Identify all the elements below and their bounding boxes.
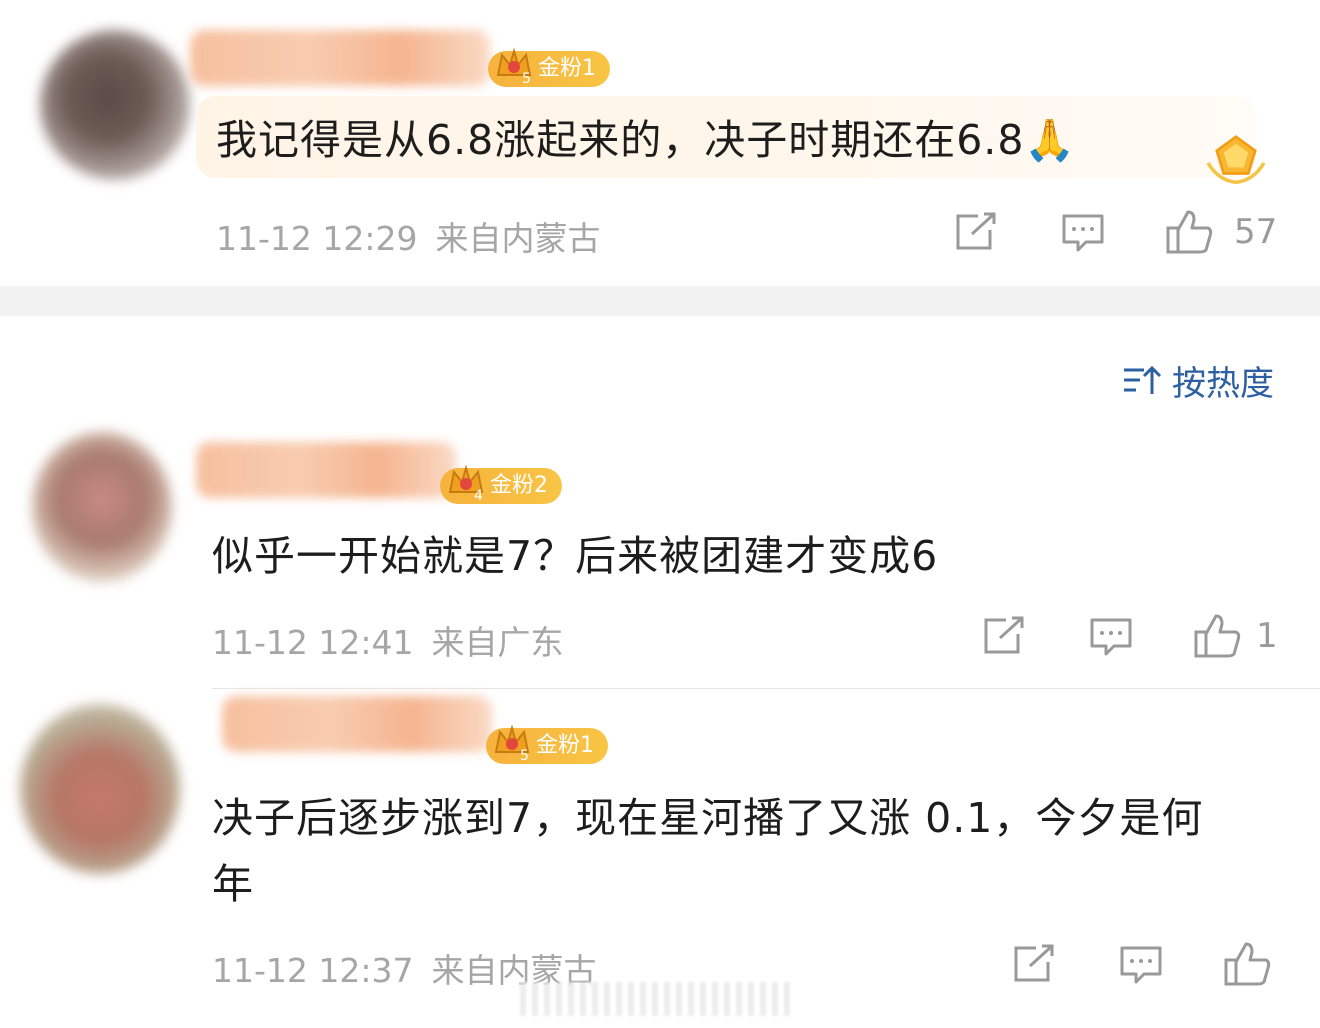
comment-item: 5 金粉1 决子后逐步涨到7，现在星河播了又涨 0.1，今夕是何 年 11-12… [0, 690, 1320, 1028]
crown-icon: 4 [448, 464, 484, 502]
svg-text:5: 5 [522, 71, 531, 85]
crown-icon: 5 [496, 47, 532, 85]
username-blurred[interactable] [196, 442, 456, 498]
reply-icon [1090, 618, 1132, 656]
sort-button[interactable]: 按热度 [1122, 356, 1274, 405]
comment-text: 我记得是从6.8涨起来的，决子时期还在6.8🙏 [216, 116, 1077, 164]
comment-time: 11-12 12:37 [212, 951, 414, 990]
avatar[interactable] [40, 30, 190, 180]
comment-text-line-1: 决子后逐步涨到7，现在星河播了又涨 0.1，今夕是何 [212, 794, 1204, 842]
like-icon [1194, 614, 1241, 658]
share-button[interactable] [1012, 944, 1056, 984]
sort-label: 按热度 [1172, 364, 1274, 404]
like-count: 1 [1256, 616, 1278, 656]
fan-badge[interactable]: 5 金粉1 [488, 47, 610, 87]
reply-icon [1062, 214, 1104, 252]
comment-divider [212, 688, 1320, 689]
svg-text:5: 5 [520, 748, 529, 762]
share-icon [984, 616, 1024, 654]
sort-icon [1124, 365, 1162, 394]
share-button[interactable] [954, 212, 998, 252]
badge-label: 金粉1 [536, 733, 594, 758]
avatar[interactable] [32, 432, 172, 582]
like-count: 57 [1234, 212, 1278, 252]
like-button[interactable] [1164, 208, 1216, 256]
comment-time: 11-12 12:29 [216, 219, 418, 258]
share-icon [1014, 944, 1054, 982]
comment-text: 似乎一开始就是7？后来被团建才变成6 [212, 532, 939, 580]
like-button[interactable] [1222, 940, 1274, 988]
comment-item: 5 金粉1 我记得是从6.8涨起来的，决子时期还在6.8🙏 11-12 12:2… [0, 0, 1320, 286]
comment-meta: 11-12 12:29 来自内蒙古 [216, 212, 618, 260]
fan-badge[interactable]: 5 金粉1 [486, 724, 608, 764]
reply-icon [1120, 946, 1162, 984]
comment-text-line-2: 年 [212, 860, 254, 908]
crown-icon: 5 [494, 724, 530, 762]
reply-button[interactable] [1118, 944, 1164, 986]
comment-time: 11-12 12:41 [212, 623, 414, 662]
comment-item: 4 金粉2 似乎一开始就是7？后来被团建才变成6 11-12 12:41 来自广东… [0, 400, 1320, 690]
badge-label: 金粉2 [490, 473, 548, 498]
reply-button[interactable] [1088, 616, 1134, 658]
like-icon [1224, 942, 1271, 986]
comment-location: 来自内蒙古 [435, 219, 601, 258]
share-icon [956, 212, 996, 250]
svg-text:4: 4 [474, 488, 483, 502]
like-icon [1166, 210, 1213, 254]
share-button[interactable] [982, 616, 1026, 656]
fan-badge[interactable]: 4 金粉2 [440, 464, 562, 504]
watermark [520, 982, 790, 1016]
medal-icon [1206, 135, 1266, 185]
reply-button[interactable] [1060, 212, 1106, 254]
like-button[interactable] [1192, 612, 1244, 660]
section-divider [0, 286, 1320, 316]
badge-label: 金粉1 [538, 56, 596, 81]
username-blurred[interactable] [222, 696, 492, 752]
comment-meta: 11-12 12:41 来自广东 [212, 616, 581, 664]
comment-location: 来自广东 [431, 623, 564, 662]
username-blurred[interactable] [190, 30, 490, 86]
avatar[interactable] [20, 704, 180, 874]
